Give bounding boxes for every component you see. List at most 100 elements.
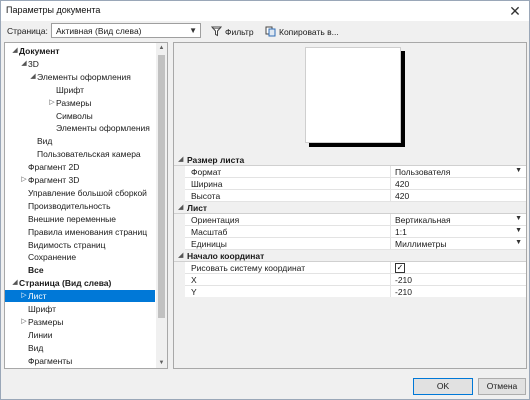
tree-item-label: Шрифт — [56, 84, 84, 95]
property-category[interactable]: ◢ Размер листа — [174, 154, 526, 166]
property-name: X — [191, 275, 197, 285]
page-select-value: Активная (Вид слева) — [56, 26, 142, 36]
property-row-gutter — [174, 226, 185, 238]
page-label: Страница: — [7, 26, 48, 36]
property-row-gutter — [174, 166, 185, 178]
tree-item[interactable]: Пользовательская камера — [5, 148, 155, 160]
tree-item[interactable]: Вид — [5, 342, 155, 354]
tree-item[interactable]: ▷ Фрагмент 3D — [5, 174, 155, 186]
property-row[interactable]: Единицы Миллиметры ▼ — [174, 238, 526, 250]
tree-item[interactable]: Символы — [5, 110, 155, 122]
tree-item[interactable]: Правила именования страниц — [5, 226, 155, 238]
property-row[interactable]: Рисовать систему координат ✓ — [174, 262, 526, 274]
tree-item[interactable]: ◢ Элементы оформления — [5, 71, 155, 83]
scrollbar-thumb[interactable] — [158, 55, 165, 318]
triangle-open-icon[interactable]: ◢ — [11, 277, 19, 289]
property-value[interactable]: 1:1 — [395, 227, 407, 237]
triangle-closed-icon[interactable]: ▷ — [48, 97, 56, 109]
tree-item[interactable]: Фрагмент 2D — [5, 161, 155, 173]
tree-item-label: Страница (Вид слева) — [19, 278, 112, 289]
triangle-closed-icon[interactable]: ▷ — [20, 290, 28, 302]
tree-item-label: Сохранение — [28, 252, 77, 263]
triangle-open-icon[interactable]: ◢ — [20, 58, 28, 70]
property-name: Ориентация — [191, 215, 240, 225]
triangle-open-icon[interactable]: ◢ — [29, 71, 37, 83]
property-value[interactable]: Вертикальная — [395, 215, 451, 225]
tree-item[interactable]: Шрифт — [5, 84, 155, 96]
tree-item[interactable]: ◢ Документ — [5, 45, 155, 57]
property-row[interactable]: Высота 420 — [174, 190, 526, 202]
triangle-closed-icon[interactable]: ▷ — [20, 174, 28, 186]
chevron-down-icon[interactable]: ▼ — [515, 239, 522, 246]
triangle-open-icon[interactable]: ◢ — [178, 203, 183, 211]
property-value[interactable]: Миллиметры — [395, 239, 447, 249]
property-category[interactable]: ◢ Лист — [174, 202, 526, 214]
triangle-closed-icon[interactable]: ▷ — [20, 316, 28, 328]
page-select[interactable]: Активная (Вид слева) ▼ — [51, 23, 201, 38]
chevron-down-icon[interactable]: ▼ — [515, 215, 522, 222]
ok-button[interactable]: OK — [413, 378, 473, 395]
property-row[interactable]: Масштаб 1:1 ▼ — [174, 226, 526, 238]
property-value[interactable]: -210 — [395, 287, 412, 297]
tree-scrollbar[interactable]: ▲ ▼ — [156, 43, 167, 368]
cancel-button[interactable]: Отмена — [478, 378, 526, 395]
tree-item-label: Фрагменты — [28, 355, 73, 366]
copy-to-button[interactable]: Копировать в... — [265, 24, 339, 39]
toolbar: Страница: Активная (Вид слева) ▼ Фильтр … — [1, 21, 529, 41]
tree-item[interactable]: Линии — [5, 329, 155, 341]
tree-item[interactable]: ◢ 3D — [5, 58, 155, 70]
tree-item[interactable]: Внешние переменные — [5, 213, 155, 225]
tree-item-label: Размеры — [56, 97, 92, 108]
property-divider — [390, 166, 391, 178]
tree-item[interactable]: Элементы оформления — [5, 122, 155, 134]
property-row-gutter — [174, 274, 185, 286]
property-divider — [390, 274, 391, 286]
tree-item[interactable]: Шрифт — [5, 303, 155, 315]
tree-item[interactable]: Символы — [5, 368, 155, 369]
property-name: Y — [191, 287, 197, 297]
grid-empty-area — [174, 297, 526, 368]
property-value[interactable]: Пользователя — [395, 167, 450, 177]
tree-item[interactable]: Фрагменты — [5, 355, 155, 367]
tree-item[interactable]: Управление большой сборкой — [5, 187, 155, 199]
property-row[interactable]: Формат Пользователя ▼ — [174, 166, 526, 178]
tree-item[interactable]: ◢ Страница (Вид слева) — [5, 277, 155, 289]
property-value[interactable]: 420 — [395, 179, 409, 189]
copy-icon — [265, 26, 276, 37]
tree-item[interactable]: ▷ Размеры — [5, 316, 155, 328]
tree-item[interactable]: Вид — [5, 135, 155, 147]
tree-item[interactable]: Сохранение — [5, 251, 155, 263]
copy-label: Копировать в... — [279, 26, 339, 37]
property-category-label: Лист — [187, 203, 208, 213]
triangle-open-icon[interactable]: ◢ — [11, 45, 19, 57]
tree-item-label: Лист — [28, 291, 47, 302]
draw-coordinate-system-checkbox[interactable]: ✓ — [395, 263, 405, 273]
chevron-down-icon[interactable]: ▼ — [515, 167, 522, 174]
chevron-down-icon[interactable]: ▼ — [515, 227, 522, 234]
window-title: Параметры документа — [6, 5, 101, 15]
chevron-down-icon: ▼ — [189, 26, 197, 35]
property-row[interactable]: Ширина 420 — [174, 178, 526, 190]
title-bar: Параметры документа ✕ — [1, 1, 529, 21]
property-divider — [390, 226, 391, 238]
tree-item[interactable]: ▷ Лист — [5, 290, 155, 303]
property-value[interactable]: 420 — [395, 191, 409, 201]
property-category[interactable]: ◢ Начало координат — [174, 250, 526, 262]
tree-item[interactable]: ▷ Размеры — [5, 97, 155, 109]
settings-tree: ◢ Документ ◢ 3D ◢ Элементы оформления Шрифт ▷ Ра… — [4, 42, 168, 369]
scroll-up-icon[interactable]: ▲ — [156, 43, 167, 53]
triangle-open-icon[interactable]: ◢ — [178, 251, 183, 259]
close-icon[interactable]: ✕ — [501, 1, 529, 21]
tree-item[interactable]: Все — [5, 264, 155, 276]
tree-item[interactable]: Видимость страниц — [5, 239, 155, 251]
scroll-down-icon[interactable]: ▼ — [156, 358, 167, 368]
property-divider — [390, 190, 391, 202]
property-row[interactable]: Ориентация Вертикальная ▼ — [174, 214, 526, 226]
filter-button[interactable]: Фильтр — [211, 24, 254, 39]
tree-item-label: Фрагмент 2D — [28, 162, 80, 173]
tree-item[interactable]: Производительность — [5, 200, 155, 212]
property-category-label: Начало координат — [187, 251, 265, 261]
triangle-open-icon[interactable]: ◢ — [178, 155, 183, 163]
property-value[interactable]: -210 — [395, 275, 412, 285]
property-row[interactable]: X -210 — [174, 274, 526, 286]
